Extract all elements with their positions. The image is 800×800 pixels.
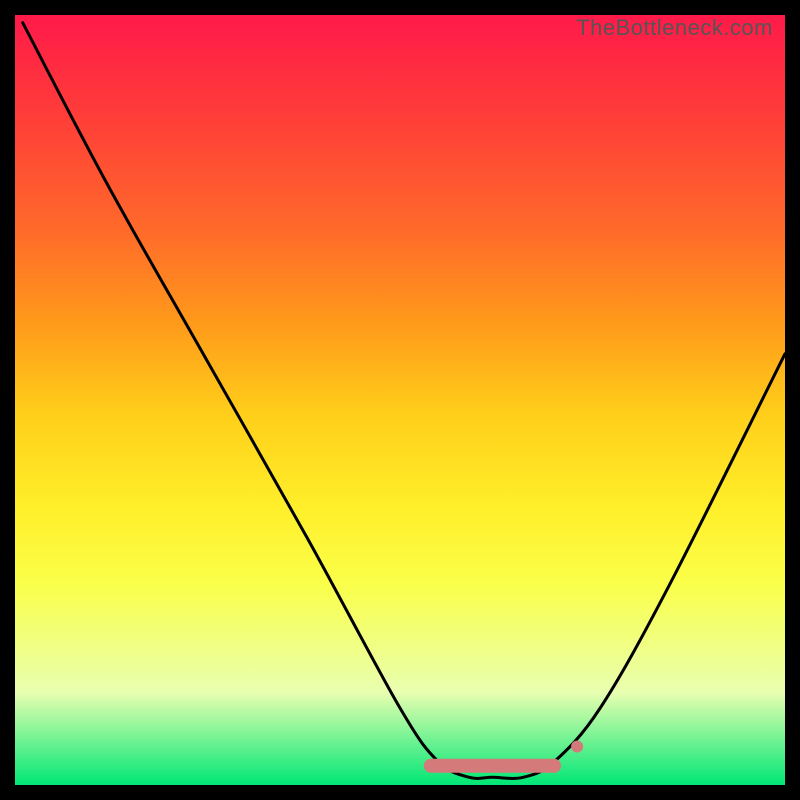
optimal-dot bbox=[571, 741, 583, 753]
bottleneck-curve bbox=[23, 23, 785, 779]
attribution-text: TheBottleneck.com bbox=[576, 15, 773, 41]
chart-svg bbox=[15, 15, 785, 785]
chart-frame: TheBottleneck.com bbox=[15, 15, 785, 785]
